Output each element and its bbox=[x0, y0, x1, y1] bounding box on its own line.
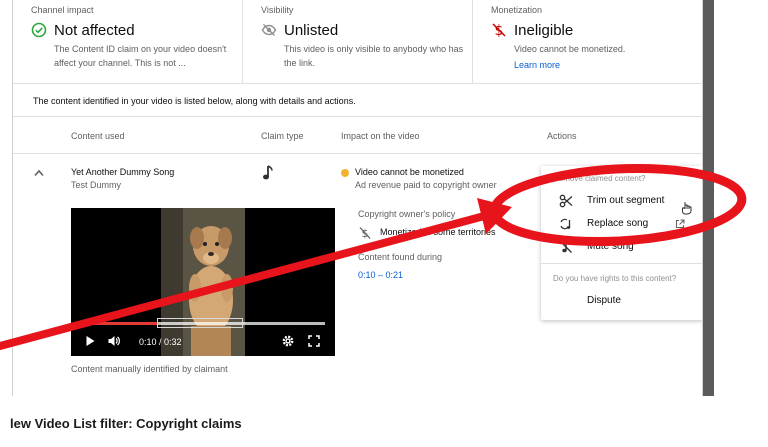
music-note-icon bbox=[263, 165, 273, 180]
check-circle-icon bbox=[31, 22, 47, 38]
channel-impact-value: Not affected bbox=[54, 22, 135, 39]
fullscreen-icon[interactable] bbox=[307, 334, 321, 348]
replace-song-option[interactable]: Replace song bbox=[553, 213, 693, 235]
video-frame-dog bbox=[161, 208, 245, 356]
monetization-value: Ineligible bbox=[514, 22, 574, 39]
intro-text: The content identified in your video is … bbox=[33, 96, 356, 106]
status-summary: Channel impact Not affected The Content … bbox=[13, 0, 702, 84]
mute-song-icon bbox=[560, 241, 572, 253]
trim-out-segment-label: Trim out segment bbox=[587, 195, 665, 206]
song-title: Yet Another Dummy Song bbox=[71, 167, 175, 177]
play-icon[interactable] bbox=[83, 334, 97, 348]
divider bbox=[13, 153, 702, 154]
policy-label: Copyright owner's policy bbox=[358, 209, 456, 219]
monetization-description: Video cannot be monetized. bbox=[514, 44, 626, 54]
dog-image bbox=[161, 208, 245, 356]
copyright-claim-panel: Channel impact Not affected The Content … bbox=[13, 0, 703, 396]
channel-impact-label: Channel impact bbox=[31, 5, 94, 15]
scissors-icon bbox=[559, 194, 573, 208]
policy-value: Monetized in some territories bbox=[380, 227, 496, 237]
channel-impact-description: The Content ID claim on your video doesn… bbox=[54, 44, 227, 68]
visibility-card: Visibility Unlisted This video is only v… bbox=[243, 0, 473, 84]
visibility-label: Visibility bbox=[261, 5, 294, 15]
channel-impact-card: Channel impact Not affected The Content … bbox=[13, 0, 243, 84]
monetization-card: Monetization $ Ineligible Video cannot b… bbox=[473, 0, 702, 84]
header-claim-type: Claim type bbox=[261, 131, 304, 141]
no-money-icon: $ bbox=[359, 227, 371, 240]
dispute-option[interactable]: Dispute bbox=[587, 295, 621, 306]
header-content-used: Content used bbox=[71, 131, 125, 141]
mute-song-label: Mute song bbox=[587, 241, 634, 252]
played-bar bbox=[81, 322, 157, 325]
monetization-label: Monetization bbox=[491, 5, 543, 15]
found-during-timestamp[interactable]: 0:10 – 0:21 bbox=[358, 270, 403, 280]
window-edge-bar bbox=[703, 0, 714, 396]
mute-song-option[interactable]: Mute song bbox=[553, 236, 693, 258]
divider bbox=[13, 116, 702, 117]
header-impact: Impact on the video bbox=[341, 131, 420, 141]
actions-menu: Remove claimed content? Trim out segment… bbox=[541, 166, 702, 320]
identification-caption: Content manually identified by claimant bbox=[71, 364, 228, 374]
replace-song-icon bbox=[560, 218, 571, 230]
chevron-up-icon[interactable] bbox=[33, 168, 45, 178]
video-player[interactable]: 0:10 / 0:32 bbox=[71, 208, 335, 356]
footer-caption: lew Video List filter: Copyright claims bbox=[10, 416, 242, 431]
eye-off-icon bbox=[261, 23, 277, 37]
settings-icon[interactable] bbox=[281, 334, 295, 348]
video-time: 0:10 / 0:32 bbox=[139, 337, 182, 347]
visibility-value: Unlisted bbox=[284, 22, 339, 39]
found-during-label: Content found during bbox=[358, 252, 443, 262]
impact-text: Video cannot be monetized bbox=[355, 167, 464, 177]
replace-song-label: Replace song bbox=[587, 218, 649, 229]
trim-out-segment-option[interactable]: Trim out segment bbox=[553, 190, 693, 212]
impact-subtext: Ad revenue paid to copyright owner bbox=[355, 180, 497, 190]
no-money-icon: $ bbox=[492, 23, 506, 38]
rights-question: Do you have rights to this content? bbox=[553, 274, 677, 283]
visibility-description: This video is only visible to anybody wh… bbox=[284, 44, 464, 68]
claimed-segment-marker bbox=[157, 318, 243, 328]
remove-content-header: Remove claimed content? bbox=[553, 174, 646, 183]
open-new-icon bbox=[675, 219, 685, 229]
song-artist: Test Dummy bbox=[71, 180, 122, 190]
menu-divider bbox=[541, 263, 702, 264]
warning-dot bbox=[341, 169, 349, 177]
header-actions: Actions bbox=[547, 131, 577, 141]
learn-more-link[interactable]: Learn more bbox=[514, 60, 560, 70]
volume-icon[interactable] bbox=[107, 334, 121, 348]
